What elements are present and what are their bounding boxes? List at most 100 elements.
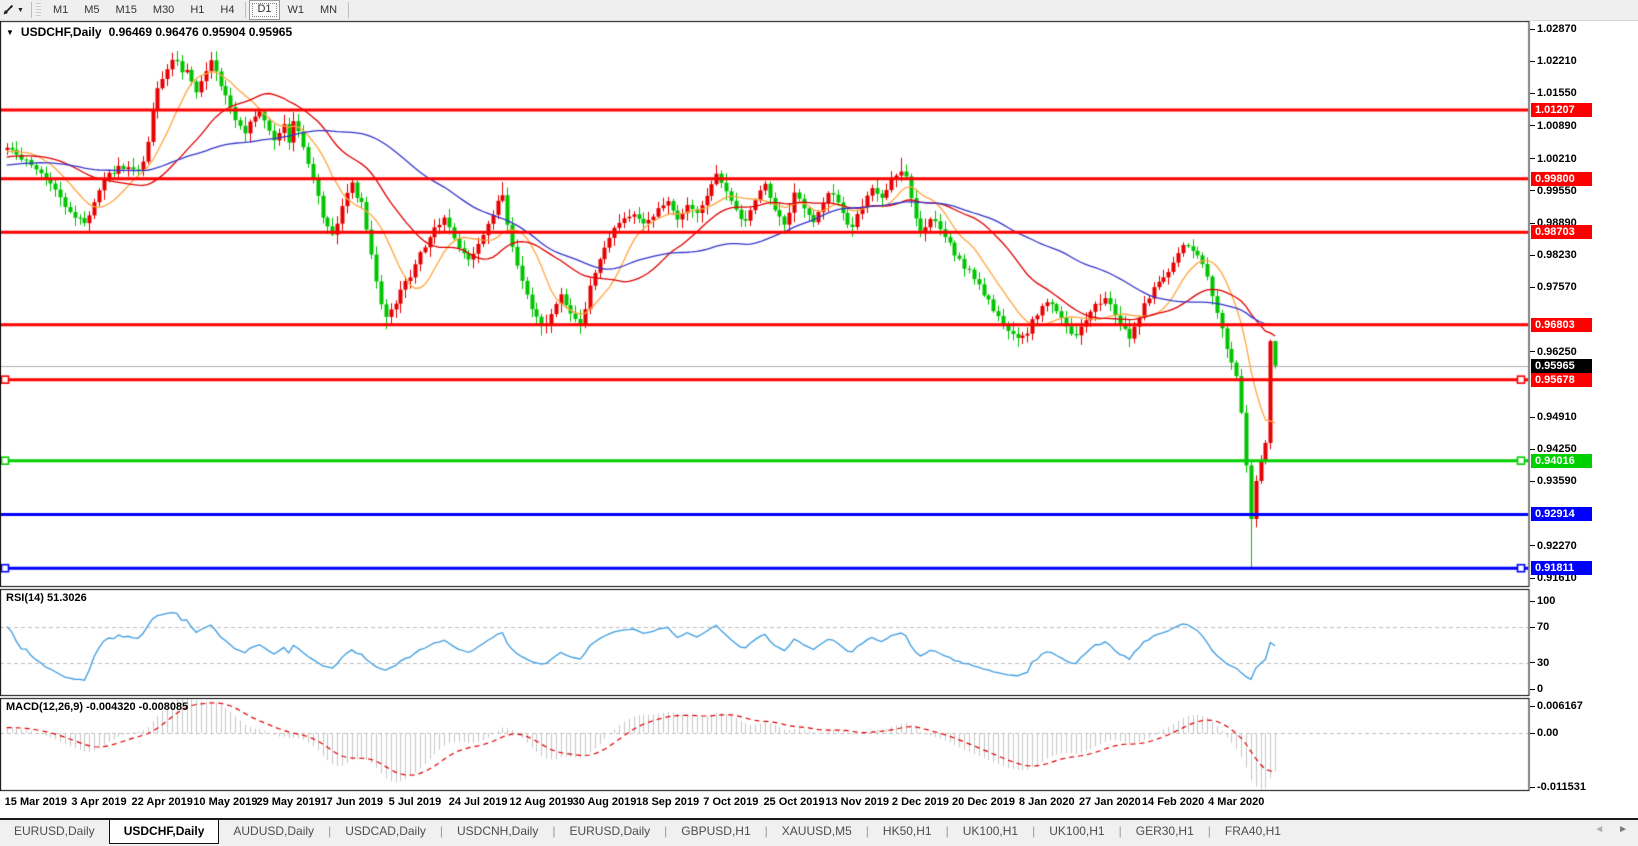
- timeframe-button-m1[interactable]: M1: [45, 1, 76, 19]
- macd-tick-mark: [1530, 733, 1535, 734]
- tab-scroll-arrows: ◄ ►: [1594, 824, 1628, 835]
- date-label: 18 Sep 2019: [636, 796, 699, 808]
- price-tick-label: 1.00210: [1537, 153, 1577, 165]
- date-label: 3 Apr 2019: [71, 796, 126, 808]
- date-label: 5 Jul 2019: [389, 796, 442, 808]
- date-label: 15 Mar 2019: [5, 796, 67, 808]
- price-tick-mark: [1530, 93, 1535, 94]
- date-label: 22 Apr 2019: [132, 796, 193, 808]
- timeframe-button-h1[interactable]: H1: [182, 1, 212, 19]
- rsi-tick-label: 100: [1537, 595, 1555, 607]
- date-label: 13 Nov 2019: [825, 796, 889, 808]
- price-tick-mark: [1530, 125, 1535, 126]
- price-tick-label: 0.98230: [1537, 249, 1577, 261]
- rsi-tick-label: 70: [1537, 621, 1549, 633]
- chart-tab-xauusd-m5[interactable]: XAUUSD,M5: [768, 820, 866, 842]
- chart-tab-gbpusd-h1[interactable]: GBPUSD,H1: [667, 820, 764, 842]
- price-tick-mark: [1530, 578, 1535, 579]
- toolbar-separator: [348, 2, 349, 18]
- price-tick-mark: [1530, 287, 1535, 288]
- chart-tab-ger30-h1[interactable]: GER30,H1: [1122, 820, 1208, 842]
- macd-tick-label: -0.011531: [1537, 781, 1586, 793]
- timeframe-button-m30[interactable]: M30: [145, 1, 182, 19]
- timeframe-button-m5[interactable]: M5: [76, 1, 107, 19]
- price-tick-label: 0.96250: [1537, 346, 1577, 358]
- timeframe-button-m15[interactable]: M15: [108, 1, 145, 19]
- rsi-tick-label: 30: [1537, 657, 1549, 669]
- price-tick-label: 1.02870: [1537, 23, 1577, 35]
- chevron-down-icon[interactable]: ▼: [17, 7, 24, 14]
- price-tag-0.94016: 0.94016: [1531, 454, 1592, 468]
- macd-tick-label: 0.006167: [1537, 700, 1583, 712]
- date-label: 10 May 2019: [193, 796, 257, 808]
- price-tick-label: 0.99550: [1537, 185, 1577, 197]
- price-tick-label: 0.92270: [1537, 540, 1577, 552]
- price-tick-mark: [1530, 255, 1535, 256]
- chart-tab-eurusd-daily[interactable]: EURUSD,Daily: [555, 820, 664, 842]
- price-tick-mark: [1530, 29, 1535, 30]
- price-tick-mark: [1530, 158, 1535, 159]
- chart-tab-bar: EURUSD,DailyUSDCHF,DailyAUDUSD,Daily|USD…: [0, 820, 1638, 846]
- macd-indicator-label: MACD(12,26,9) -0.004320 -0.008085: [6, 701, 188, 713]
- date-label: 14 Feb 2020: [1142, 796, 1204, 808]
- date-label: 27 Jan 2020: [1079, 796, 1141, 808]
- timeframe-button-h4[interactable]: H4: [212, 1, 242, 19]
- chart-tab-eurusd-daily[interactable]: EURUSD,Daily: [0, 820, 109, 842]
- chart-tab-fra40-h1[interactable]: FRA40,H1: [1211, 820, 1295, 842]
- date-label: 12 Aug 2019: [509, 796, 573, 808]
- rsi-tick-label: 0: [1537, 683, 1543, 695]
- price-tag-1.01207: 1.01207: [1531, 103, 1592, 117]
- mt4-window: ▼ M1M5M15M30H1H4 D1W1MN ▼ USDCHF,Daily 0.…: [0, 0, 1638, 846]
- date-label: 29 May 2019: [256, 796, 320, 808]
- tab-scroll-right-icon[interactable]: ►: [1618, 824, 1628, 835]
- rsi-tick-mark: [1530, 689, 1535, 690]
- date-label: 8 Jan 2020: [1019, 796, 1075, 808]
- toolbar-grip-handle[interactable]: [36, 3, 41, 17]
- chart-tab-usdcad-daily[interactable]: USDCAD,Daily: [331, 820, 440, 842]
- date-label: 25 Oct 2019: [763, 796, 824, 808]
- timeframe-buttons: M1M5M15M30H1H4 D1W1MN: [45, 0, 352, 20]
- chart-tab-uk100-h1[interactable]: UK100,H1: [949, 820, 1032, 842]
- date-label: 20 Dec 2019: [952, 796, 1015, 808]
- chart-tab-hk50-h1[interactable]: HK50,H1: [869, 820, 946, 842]
- price-chart-canvas[interactable]: [0, 0, 1638, 846]
- ohlc-values: 0.96469 0.96476 0.95904 0.95965: [109, 25, 293, 39]
- price-tag-0.95965: 0.95965: [1531, 359, 1592, 373]
- price-tick-mark: [1530, 223, 1535, 224]
- price-tick-label: 1.02210: [1537, 55, 1577, 67]
- rsi-indicator-label: RSI(14) 51.3026: [6, 592, 87, 604]
- timeframe-button-mn[interactable]: MN: [312, 1, 345, 19]
- price-tick-label: 0.94910: [1537, 411, 1577, 423]
- chart-tab-usdcnh-daily[interactable]: USDCNH,Daily: [443, 820, 552, 842]
- toolbar-separator: [245, 2, 246, 18]
- chart-tab-usdchf-daily[interactable]: USDCHF,Daily: [109, 820, 220, 844]
- date-label: 30 Aug 2019: [573, 796, 637, 808]
- date-label: 17 Jun 2019: [321, 796, 383, 808]
- date-label: 2 Dec 2019: [892, 796, 949, 808]
- rsi-tick-mark: [1530, 627, 1535, 628]
- chart-tab-uk100-h1[interactable]: UK100,H1: [1035, 820, 1118, 842]
- macd-tick-mark: [1530, 706, 1535, 707]
- tab-scroll-left-icon[interactable]: ◄: [1594, 824, 1604, 835]
- price-tick-mark: [1530, 351, 1535, 352]
- macd-tick-label: 0.00: [1537, 727, 1558, 739]
- price-tag-0.91811: 0.91811: [1531, 561, 1592, 575]
- timeframe-button-d1[interactable]: D1: [249, 0, 279, 20]
- symbol-period-label: USDCHF,Daily: [21, 25, 102, 39]
- price-tick-mark: [1530, 545, 1535, 546]
- chart-title: ▼ USDCHF,Daily 0.96469 0.96476 0.95904 0…: [6, 25, 292, 39]
- price-tag-0.95678: 0.95678: [1531, 373, 1592, 387]
- price-tick-label: 1.01550: [1537, 87, 1577, 99]
- macd-tick-mark: [1530, 787, 1535, 788]
- trendline-tool-icon[interactable]: [0, 2, 16, 18]
- price-tag-0.98703: 0.98703: [1531, 225, 1592, 239]
- price-tick-mark: [1530, 190, 1535, 191]
- date-label: 4 Mar 2020: [1208, 796, 1264, 808]
- date-label: 7 Oct 2019: [703, 796, 758, 808]
- price-tick-mark: [1530, 481, 1535, 482]
- collapse-triangle-icon[interactable]: ▼: [6, 28, 14, 37]
- price-tick-label: 0.97570: [1537, 281, 1577, 293]
- chart-tab-audusd-daily[interactable]: AUDUSD,Daily: [219, 820, 328, 842]
- toolbar-separator: [31, 2, 32, 18]
- timeframe-button-w1[interactable]: W1: [280, 1, 313, 19]
